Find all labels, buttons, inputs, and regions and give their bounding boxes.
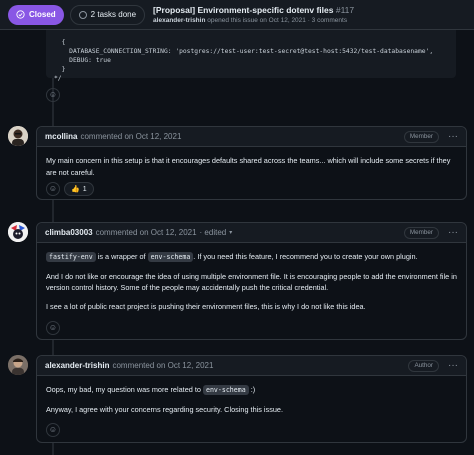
kebab-menu-icon[interactable]: ··· — [448, 227, 458, 238]
comment-paragraph: And I do not like or encourage the idea … — [46, 271, 457, 293]
comment-header: mcollina commented on Oct 12, 2021 Membe… — [37, 127, 466, 147]
comment-header: climba03003 commented on Oct 12, 2021 · … — [37, 223, 466, 243]
reaction-row: ☺ — [46, 321, 60, 335]
thumbs-up-icon: 👍 — [71, 186, 80, 193]
text-run: Oops, my bad, my question was more relat… — [46, 385, 203, 394]
inline-code: env-schema — [147, 252, 194, 262]
kebab-menu-icon[interactable]: ··· — [448, 131, 458, 142]
issue-number: #117 — [335, 5, 355, 15]
add-reaction-smiley-icon[interactable]: ☺ — [46, 182, 60, 196]
reaction-row: ☺ — [46, 423, 60, 437]
tasks-done-badge[interactable]: 2 tasks done — [69, 4, 146, 25]
add-reaction-smiley-icon[interactable]: ☺ — [46, 423, 60, 437]
inline-code: fastify-env — [46, 252, 96, 262]
comment-card: climba03003 commented on Oct 12, 2021 · … — [36, 222, 467, 340]
role-badge: Member — [403, 226, 439, 239]
reaction-count: 1 — [82, 185, 87, 193]
text-run: . If you need this feature, I recommend … — [193, 252, 418, 261]
edited-label[interactable]: · edited — [200, 228, 227, 237]
role-badge: Member — [403, 130, 439, 143]
comment-paragraph: My main concern in this setup is that it… — [46, 156, 451, 177]
code-line: DEBUG: true — [54, 57, 111, 64]
role-badge: Author — [408, 359, 439, 372]
comment-paragraph: fastify-env is a wrapper of env-schema. … — [46, 251, 457, 264]
reaction-row: ☺ 👍 1 — [46, 182, 94, 196]
avatar-image — [8, 126, 28, 146]
comment-paragraph: Oops, my bad, my question was more relat… — [46, 384, 457, 397]
inline-code: env-schema — [202, 385, 249, 395]
code-block: { DATABASE_CONNECTION_STRING: 'postgres:… — [46, 24, 456, 82]
issue-title-text: [Proposal] Environment-specific dotenv f… — [153, 5, 334, 15]
comment-card: mcollina commented on Oct 12, 2021 Membe… — [36, 126, 467, 200]
comment-body: Oops, my bad, my question was more relat… — [37, 376, 466, 415]
text-run: is a wrapper of — [95, 252, 148, 261]
opened-text: opened this issue on Oct 12, 2021 · 3 co… — [207, 17, 348, 24]
tasks-label: 2 tasks done — [90, 10, 137, 19]
issue-subtitle: alexander-trishin opened this issue on O… — [153, 17, 354, 24]
kebab-menu-icon[interactable]: ··· — [448, 360, 458, 371]
comment-author[interactable]: mcollina — [45, 132, 77, 141]
comment-paragraph: I see a lot of public react project is p… — [46, 301, 366, 311]
comment-author[interactable]: climba03003 — [45, 228, 93, 237]
progress-ring-icon — [78, 10, 87, 19]
closed-state-badge: Closed — [8, 4, 64, 25]
issue-title[interactable]: [Proposal] Environment-specific dotenv f… — [153, 5, 354, 15]
avatar-alexander-trishin[interactable] — [8, 355, 28, 375]
code-line: */ — [54, 75, 62, 82]
add-reaction-smiley-icon[interactable]: ☺ — [46, 321, 60, 335]
code-line: DATABASE_CONNECTION_STRING: 'postgres://… — [54, 48, 434, 55]
comment-card: alexander-trishin commented on Oct 12, 2… — [36, 355, 467, 443]
state-label: Closed — [29, 10, 56, 19]
add-reaction-smiley-icon[interactable]: ☺ — [46, 88, 60, 102]
thumbs-up-reaction[interactable]: 👍 1 — [64, 182, 94, 196]
comment-paragraph: Anyway, I agree with your concerns regar… — [46, 404, 283, 414]
code-line: } — [54, 66, 66, 73]
avatar-mcollina[interactable] — [8, 126, 28, 146]
issue-title-block: [Proposal] Environment-specific dotenv f… — [153, 5, 354, 24]
comment-meta[interactable]: commented on Oct 12, 2021 — [112, 361, 213, 370]
opener-link[interactable]: alexander-trishin — [153, 17, 205, 24]
issue-closed-icon — [16, 10, 25, 19]
comment-header: alexander-trishin commented on Oct 12, 2… — [37, 356, 466, 376]
avatar-image — [8, 222, 28, 242]
comment-author[interactable]: alexander-trishin — [45, 361, 109, 370]
sticky-issue-header: Closed 2 tasks done [Proposal] Environme… — [0, 0, 474, 30]
text-run: :) — [248, 385, 256, 394]
comment-meta[interactable]: commented on Oct 12, 2021 — [96, 228, 197, 237]
avatar-climba03003[interactable] — [8, 222, 28, 242]
chevron-down-icon[interactable]: ▾ — [229, 229, 232, 236]
code-line: { — [54, 39, 66, 46]
comment-body: fastify-env is a wrapper of env-schema. … — [37, 243, 466, 312]
avatar-image — [8, 355, 28, 375]
comment-body: My main concern in this setup is that it… — [37, 147, 466, 178]
reaction-row: ☺ — [46, 88, 60, 102]
comment-meta[interactable]: commented on Oct 12, 2021 — [80, 132, 181, 141]
